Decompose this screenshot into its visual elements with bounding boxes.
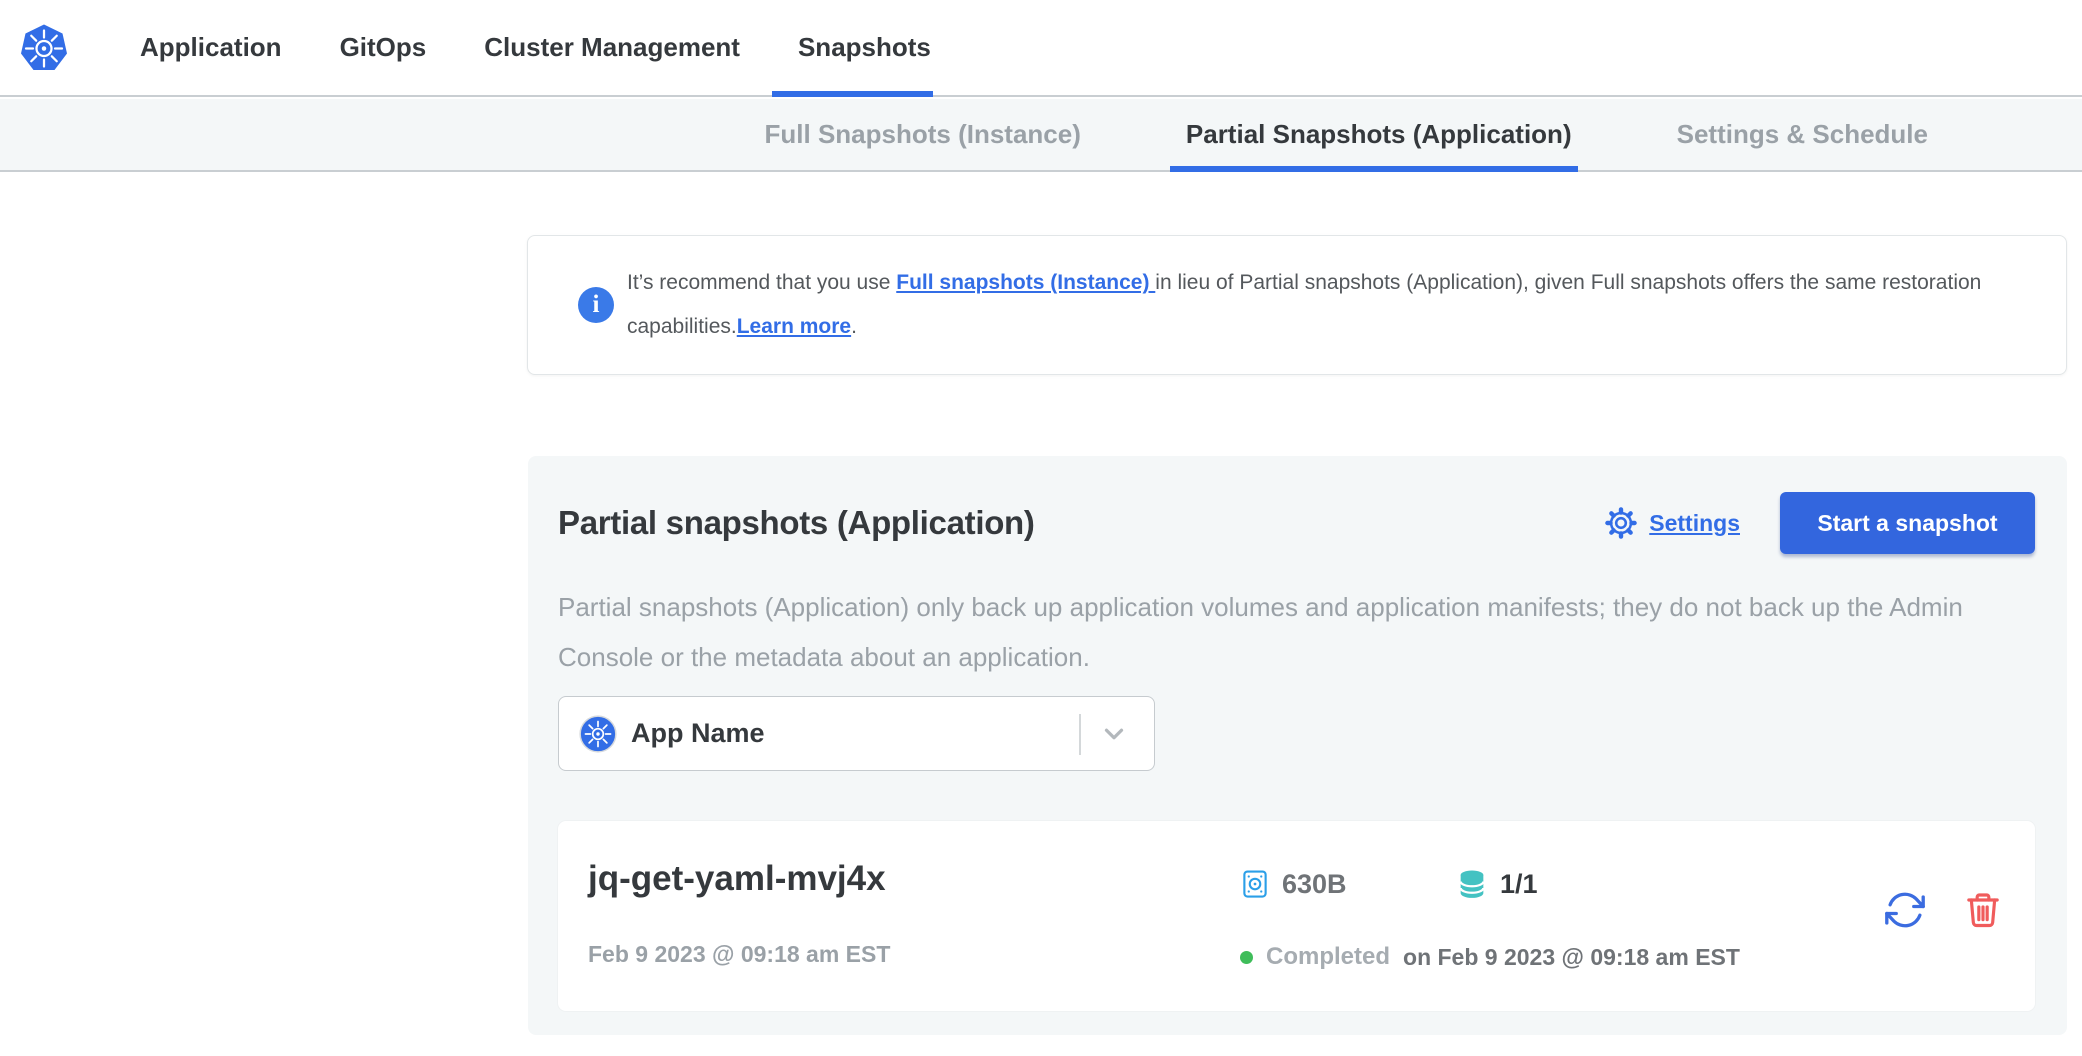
database-icon [1455,867,1489,901]
snapshots-subtab-bar: Full Snapshots (Instance) Partial Snapsh… [0,99,2082,172]
gear-icon [1604,506,1638,540]
nav-item-application[interactable]: Application [140,0,282,95]
chevron-down-icon[interactable] [1099,719,1129,749]
app-select-value: App Name [631,718,765,749]
restore-icon [1884,889,1926,931]
panel-title: Partial snapshots (Application) [558,504,1035,542]
disk-icon [1240,867,1270,901]
status-finished-timestamp: on Feb 9 2023 @ 09:18 am EST [1403,944,1740,971]
tab-settings-schedule[interactable]: Settings & Schedule [1677,99,1928,170]
trash-icon [1963,889,2003,931]
nav-item-cluster-management[interactable]: Cluster Management [484,0,740,95]
nav-item-snapshots[interactable]: Snapshots [798,0,931,95]
nav-item-gitops[interactable]: GitOps [340,0,427,95]
select-divider [1079,714,1081,755]
snapshot-started-timestamp: Feb 9 2023 @ 09:18 am EST [588,941,890,968]
snapshot-settings-link[interactable]: Settings [1604,506,1740,540]
snapshot-actions [1884,889,2003,931]
learn-more-link[interactable]: Learn more [737,315,851,338]
main-nav: Application GitOps Cluster Management Sn… [140,0,931,95]
panel-description: Partial snapshots (Application) only bac… [558,582,2028,682]
partial-snapshots-panel: Partial snapshots (Application) [528,456,2067,1035]
panel-header: Partial snapshots (Application) [558,492,2035,554]
kubernetes-logo-icon [19,21,69,74]
snapshot-volume-count: 1/1 [1500,869,1538,900]
top-navigation-bar: Application GitOps Cluster Management Sn… [0,0,2082,97]
full-snapshots-instance-link[interactable]: Full snapshots (Instance) [896,271,1155,294]
status-badge: Completed [1266,943,1390,971]
settings-label: Settings [1649,510,1740,537]
app-name-select[interactable]: App Name [558,696,1155,771]
snapshot-size: 630B [1282,869,1347,900]
delete-snapshot-button[interactable] [1963,889,2003,931]
snapshot-volumes-group: 1/1 [1455,867,1538,901]
banner-text-after: . [851,315,857,338]
info-banner-text: It’s recommend that you use Full snapsho… [627,261,2017,349]
snapshot-name: jq-get-yaml-mvj4x [588,859,886,899]
restore-snapshot-button[interactable] [1884,889,1926,931]
snapshot-details: 630B 1/1 [1240,867,1740,971]
start-snapshot-button[interactable]: Start a snapshot [1780,492,2035,554]
snapshot-metrics-row: 630B 1/1 [1240,867,1740,901]
snapshot-status-row: Completed on Feb 9 2023 @ 09:18 am EST [1240,943,1740,971]
banner-text-before: It’s recommend that you use [627,271,896,294]
app-kubernetes-icon [579,715,617,753]
tab-full-snapshots-instance[interactable]: Full Snapshots (Instance) [765,99,1081,170]
snapshot-size-group: 630B [1240,867,1455,901]
status-dot-icon [1240,951,1253,964]
info-icon [578,287,614,323]
snapshot-row: jq-get-yaml-mvj4x Feb 9 2023 @ 09:18 am … [558,821,2035,1011]
info-banner: It’s recommend that you use Full snapsho… [527,235,2067,375]
tab-partial-snapshots-application[interactable]: Partial Snapshots (Application) [1186,99,1572,170]
